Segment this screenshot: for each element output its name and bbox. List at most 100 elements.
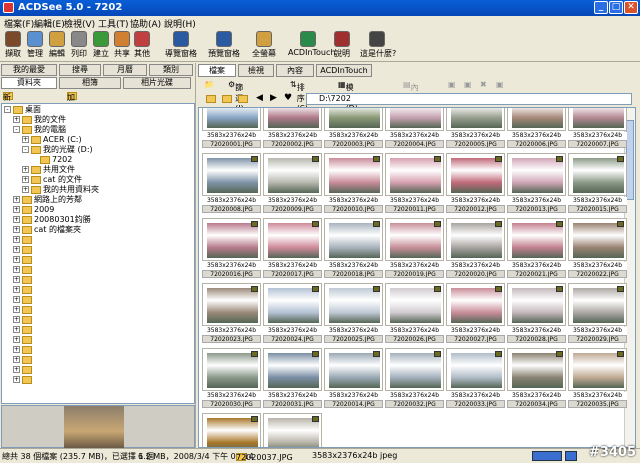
tree-node[interactable]: +2009 <box>13 205 54 215</box>
close-button[interactable]: ✕ <box>624 1 638 14</box>
tree-node[interactable]: + <box>13 315 34 325</box>
collapse-icon[interactable]: - <box>22 146 29 153</box>
thumbnail-item[interactable]: 3583x2376x24b 72020005.JPG <box>446 108 505 148</box>
expand-icon[interactable]: + <box>13 366 20 373</box>
expand-icon[interactable]: + <box>13 236 20 243</box>
tab-left-top-0[interactable]: 我的最愛 <box>1 64 57 76</box>
thumbnail-item[interactable]: 3583x2376x24b 72020003.JPG <box>324 108 383 148</box>
expand-icon[interactable]: + <box>13 296 20 303</box>
tree-node[interactable]: - 我的光碟 (D:) <box>22 145 93 155</box>
tree-node[interactable]: + 共用文件 <box>22 165 75 175</box>
expand-icon[interactable]: + <box>13 226 20 233</box>
tab-left-bottom-1[interactable]: 相簿 <box>59 77 121 89</box>
thumbnail-item[interactable]: 3583x2376x24b 72020007.JPG <box>568 108 627 148</box>
thumbnail-item[interactable]: 3583x2376x24b 72020025.JPG <box>324 283 383 343</box>
tab-left-bottom-2[interactable]: 相片光碟 <box>123 77 191 89</box>
tree-node[interactable]: + cat 的文件 <box>22 175 82 185</box>
expand-icon[interactable]: + <box>13 336 20 343</box>
thumbnail-item[interactable]: 3583x2376x24b 72020034.JPG <box>507 348 566 408</box>
toolbar-button-4[interactable]: 建立 <box>90 31 112 61</box>
expand-icon[interactable]: + <box>13 346 20 353</box>
tab-left-top-2[interactable]: 月曆 <box>103 64 147 76</box>
delete-icon[interactable]: ✖ <box>480 80 487 89</box>
expand-icon[interactable]: + <box>13 316 20 323</box>
thumbnail-item[interactable]: 3583x2376x24b 72020012.JPG <box>446 153 505 213</box>
toolbar-button-9[interactable]: 全螢幕 <box>248 31 280 61</box>
tab-left-bottom-0[interactable]: 資料夾 <box>1 77 57 89</box>
filter-button[interactable]: ⚙ 篩選(I) <box>228 80 244 113</box>
thumbnail-item[interactable]: 3583x2376x24b 72020028.JPG <box>507 283 566 343</box>
expand-icon[interactable]: + <box>13 286 20 293</box>
tree-node[interactable]: + <box>13 305 34 315</box>
thumbnail-item[interactable]: 3583x2376x24b 72020016.JPG <box>202 218 261 278</box>
expand-icon[interactable]: + <box>13 256 20 263</box>
toolbar-button-5[interactable]: 共享 <box>112 31 132 61</box>
minimize-button[interactable]: _ <box>594 1 608 14</box>
thumbnail-item[interactable]: 3583x2376x24b 72020011.JPG <box>385 153 444 213</box>
expand-icon[interactable]: + <box>13 356 20 363</box>
mode-button[interactable]: ▦ 模式(D) <box>338 80 358 113</box>
thumbnail-item[interactable]: 3583x2376x24b 72020023.JPG <box>202 283 261 343</box>
expand-icon[interactable]: + <box>22 136 29 143</box>
thumbnail-item[interactable]: 3583x2376x24b 72020029.JPG <box>568 283 627 343</box>
collapse-icon[interactable]: - <box>4 106 11 113</box>
rename-icon[interactable]: ▣ <box>496 80 504 89</box>
thumbnail-item[interactable]: 3583x2376x24b 72020004.JPG <box>385 108 444 148</box>
favorites-dropdown-icon[interactable]: ♥ <box>284 93 292 103</box>
view-mode-button[interactable] <box>532 451 562 461</box>
expand-icon[interactable]: + <box>22 166 29 173</box>
expand-icon[interactable]: + <box>13 116 20 123</box>
thumbnail-item[interactable]: 3583x2376x24b 72020033.JPG <box>446 348 505 408</box>
thumbnail-item[interactable]: 3583x2376x24b 72020031.JPG <box>263 348 322 408</box>
thumbnail-item[interactable]: 3583x2376x24b 72020008.JPG <box>202 153 261 213</box>
toolbar-button-8[interactable]: 預覽窗格 <box>204 31 244 61</box>
tab-right-3[interactable]: ACDInTouch <box>316 64 372 77</box>
tree-node[interactable]: + <box>13 245 34 255</box>
thumbnail-item[interactable]: 3583x2376x24b 72020019.JPG <box>385 218 444 278</box>
toolbar-button-6[interactable]: 其他 <box>132 31 152 61</box>
tree-node[interactable]: - 桌面 <box>4 105 41 115</box>
expand-icon[interactable]: + <box>13 196 20 203</box>
sort-button[interactable]: ⇅ 排序(S) <box>290 80 308 113</box>
toolbar-button-3[interactable]: 列印 <box>68 31 90 61</box>
tree-node[interactable]: + cat 的檔案夾 <box>13 225 81 235</box>
tree-node[interactable]: + <box>13 235 34 245</box>
maximize-button[interactable]: □ <box>609 1 623 14</box>
tree-node[interactable]: + ACER (C:) <box>22 135 82 145</box>
tree-node[interactable]: + <box>13 345 34 355</box>
folder-up-icon[interactable]: 📁 <box>204 80 214 89</box>
title-bar[interactable]: ACDSee 5.0 - 7202 _ □ ✕ <box>0 0 640 16</box>
thumbnail-grid[interactable]: 3583x2376x24b 72020001.JPG 3583x2376x24b 72… <box>198 107 636 448</box>
thumbnail-item[interactable]: 3583x2376x24b 72020020.JPG <box>446 218 505 278</box>
folder-icon[interactable] <box>206 94 218 104</box>
tree-node[interactable]: + <box>13 255 34 265</box>
toolbar-button-2[interactable]: 編輯 <box>46 31 68 61</box>
tree-node[interactable]: + <box>13 335 34 345</box>
thumbnail-item[interactable]: 3583x2376x24b 72020024.JPG <box>263 283 322 343</box>
help-icon[interactable] <box>565 451 577 461</box>
thumbnail-item[interactable]: 3583x2376x24b 72020013.JPG <box>507 153 566 213</box>
toolbar-button-7[interactable]: 導覽窗格 <box>162 31 200 61</box>
thumbnail-item[interactable]: 3583x2376x24b 72020022.JPG <box>568 218 627 278</box>
expand-icon[interactable]: + <box>22 176 29 183</box>
tab-right-1[interactable]: 檢視 <box>238 64 274 77</box>
tree-node[interactable]: +20080301鈞勝 <box>13 215 91 225</box>
thumbnail-item[interactable]: 3583x2376x24b 72020014.JPG <box>324 348 383 408</box>
tree-node[interactable]: + 我的共用資料夾 <box>22 185 99 195</box>
expand-icon[interactable]: + <box>22 186 29 193</box>
thumbnail-item[interactable]: 3583x2376x24b 72020018.JPG <box>324 218 383 278</box>
thumbnail-item[interactable]: 3583x2376x24b 72020026.JPG <box>385 283 444 343</box>
thumbnail-item[interactable] <box>202 413 261 447</box>
tree-node[interactable]: + 我的文件 <box>13 115 66 125</box>
thumbnail-item[interactable]: 3583x2376x24b 72020015.JPG <box>568 153 627 213</box>
expand-icon[interactable]: + <box>13 216 20 223</box>
thumbnail-item[interactable]: 3583x2376x24b 72020009.JPG <box>263 153 322 213</box>
thumbnail-item[interactable]: 3583x2376x24b 72020002.JPG <box>263 108 322 148</box>
forward-icon[interactable]: ▶ <box>270 93 277 103</box>
tree-node[interactable]: + <box>13 365 34 375</box>
tree-node[interactable]: + <box>13 285 34 295</box>
back-icon[interactable]: ◀ <box>256 93 263 103</box>
thumbnail-item[interactable]: 3583x2376x24b 72020010.JPG <box>324 153 383 213</box>
expand-icon[interactable]: + <box>13 376 20 383</box>
tab-left-top-3[interactable]: 類別 <box>149 64 193 76</box>
